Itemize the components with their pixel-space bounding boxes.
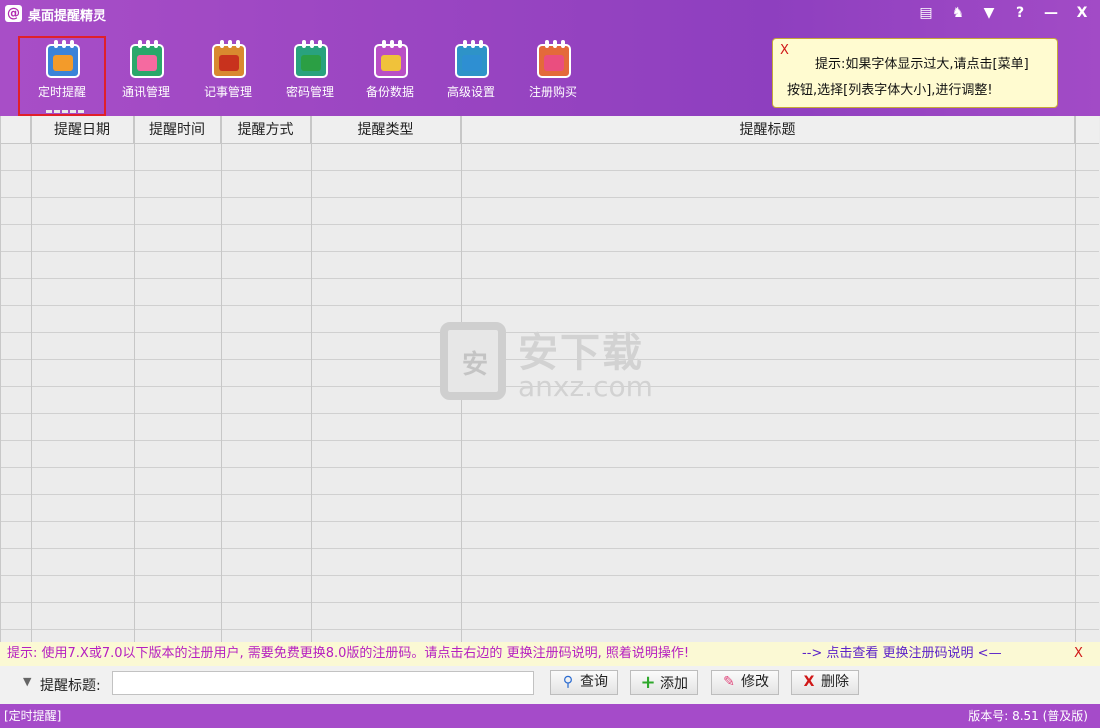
col-header-time[interactable]: 提醒时间 bbox=[134, 116, 221, 144]
edit-button[interactable]: ✎ 修改 bbox=[711, 670, 779, 695]
close-icon[interactable]: X bbox=[1070, 3, 1094, 23]
edit-icon: ✎ bbox=[723, 674, 735, 690]
grid-line bbox=[31, 116, 32, 642]
notice-link[interactable]: --> 点击查看 更换注册码说明 <— bbox=[802, 642, 1002, 666]
table-row[interactable] bbox=[1, 279, 1099, 306]
settings-icon bbox=[455, 40, 489, 78]
app-logo-icon: @ bbox=[5, 5, 22, 22]
tool-label: 通讯管理 bbox=[121, 85, 170, 99]
table-row[interactable] bbox=[1, 252, 1099, 279]
tool-label: 注册购买 bbox=[528, 85, 577, 99]
title-bar: @ 桌面提醒精灵 ▤ ♞ ▼ ? — X bbox=[0, 0, 1100, 28]
add-button[interactable]: + 添加 bbox=[630, 670, 698, 695]
delete-label: 删除 bbox=[821, 674, 849, 690]
watermark-badge-icon: 安 bbox=[440, 322, 506, 400]
query-button[interactable]: ⚲ 查询 bbox=[550, 670, 618, 695]
register-icon bbox=[537, 40, 571, 78]
notice-text: 提示: 使用7.X或7.0以下版本的注册用户, 需要免费更换8.0版的注册码。请… bbox=[7, 646, 690, 661]
table-row[interactable] bbox=[1, 603, 1099, 630]
tool-label: 记事管理 bbox=[203, 85, 252, 99]
grid-line bbox=[134, 116, 135, 642]
tool-label: 密码管理 bbox=[285, 85, 334, 99]
watermark: 安 安下载 anxz.com bbox=[440, 320, 660, 410]
notice-close-icon[interactable]: X bbox=[1074, 642, 1083, 666]
add-icon: + bbox=[640, 672, 656, 693]
col-header-method[interactable]: 提醒方式 bbox=[221, 116, 311, 144]
tool-reminder[interactable]: 定时提醒 bbox=[18, 36, 106, 116]
table-row[interactable] bbox=[1, 198, 1099, 225]
table-row[interactable] bbox=[1, 441, 1099, 468]
tool-label: 高级设置 bbox=[446, 85, 495, 99]
grid-line bbox=[221, 116, 222, 642]
hint-close-icon[interactable]: X bbox=[780, 43, 789, 58]
delete-button[interactable]: X 删除 bbox=[791, 670, 859, 695]
password-icon bbox=[294, 40, 328, 78]
add-label: 添加 bbox=[660, 676, 688, 692]
status-version: 版本号: 8.51 (普及版) bbox=[968, 709, 1088, 723]
grid-line bbox=[1075, 116, 1076, 642]
skin-icon[interactable]: ♞ bbox=[946, 3, 970, 23]
font-size-hint: X 提示:如果字体显示过大,请点击[菜单] 按钮,选择[列表字体大小],进行调整… bbox=[772, 38, 1058, 108]
watermark-url: anxz.com bbox=[518, 370, 653, 403]
grid-line bbox=[311, 116, 312, 642]
query-label: 查询 bbox=[580, 674, 608, 690]
tool-contacts[interactable]: 通讯管理 bbox=[104, 38, 188, 114]
delete-icon: X bbox=[803, 674, 815, 690]
minimize-icon[interactable]: — bbox=[1039, 3, 1063, 23]
contacts-icon bbox=[130, 40, 164, 78]
tool-label: 定时提醒 bbox=[37, 85, 86, 99]
notepad-icon bbox=[212, 40, 246, 78]
tool-label: 备份数据 bbox=[365, 85, 414, 99]
status-current-module: [定时提醒] bbox=[4, 709, 62, 723]
app-title: 桌面提醒精灵 bbox=[28, 9, 107, 24]
search-input[interactable] bbox=[112, 671, 534, 695]
menu-icon[interactable]: ▼ bbox=[977, 3, 1001, 23]
backup-icon bbox=[374, 40, 408, 78]
search-icon: ⚲ bbox=[562, 674, 574, 690]
table-row[interactable] bbox=[1, 549, 1099, 576]
search-bar: ▼ 提醒标题: ⚲ 查询 + 添加 ✎ 修改 X 删除 bbox=[0, 666, 1100, 704]
hint-line-2: 按钮,选择[列表字体大小],进行调整! bbox=[787, 83, 993, 98]
status-bar: [定时提醒] 版本号: 8.51 (普及版) bbox=[0, 704, 1100, 728]
edit-label: 修改 bbox=[741, 674, 769, 690]
hint-line-1: 提示:如果字体显示过大,请点击[菜单] bbox=[815, 57, 1029, 72]
active-indicator bbox=[46, 110, 84, 113]
calendar-icon[interactable]: ▤ bbox=[914, 3, 938, 23]
collapse-arrow-icon[interactable]: ▼ bbox=[23, 675, 31, 688]
col-header-title[interactable]: 提醒标题 bbox=[461, 116, 1075, 144]
header: @ 桌面提醒精灵 ▤ ♞ ▼ ? — X 定时提醒 通讯管理 记事管理 密码管理… bbox=[0, 0, 1100, 116]
alarm-clock-icon bbox=[46, 40, 80, 78]
tool-backup[interactable]: 备份数据 bbox=[348, 38, 432, 114]
table-row[interactable] bbox=[1, 225, 1099, 252]
table-row[interactable] bbox=[1, 495, 1099, 522]
table-row[interactable] bbox=[1, 144, 1099, 171]
tool-register[interactable]: 注册购买 bbox=[511, 38, 595, 114]
table-row[interactable] bbox=[1, 468, 1099, 495]
col-header-date[interactable]: 提醒日期 bbox=[31, 116, 134, 144]
tool-settings[interactable]: 高级设置 bbox=[429, 38, 513, 114]
tool-notes[interactable]: 记事管理 bbox=[186, 38, 270, 114]
table-row[interactable] bbox=[1, 414, 1099, 441]
help-icon[interactable]: ? bbox=[1008, 3, 1032, 23]
col-header-type[interactable]: 提醒类型 bbox=[311, 116, 461, 144]
table-row[interactable] bbox=[1, 522, 1099, 549]
row-indicator-header bbox=[1, 116, 31, 144]
tool-password[interactable]: 密码管理 bbox=[268, 38, 352, 114]
table-row[interactable] bbox=[1, 171, 1099, 198]
notice-bar: 提示: 使用7.X或7.0以下版本的注册用户, 需要免费更换8.0版的注册码。请… bbox=[0, 642, 1100, 666]
table-row[interactable] bbox=[1, 576, 1099, 603]
table-header: 提醒日期 提醒时间 提醒方式 提醒类型 提醒标题 bbox=[1, 116, 1099, 144]
search-label: 提醒标题: bbox=[40, 678, 101, 694]
